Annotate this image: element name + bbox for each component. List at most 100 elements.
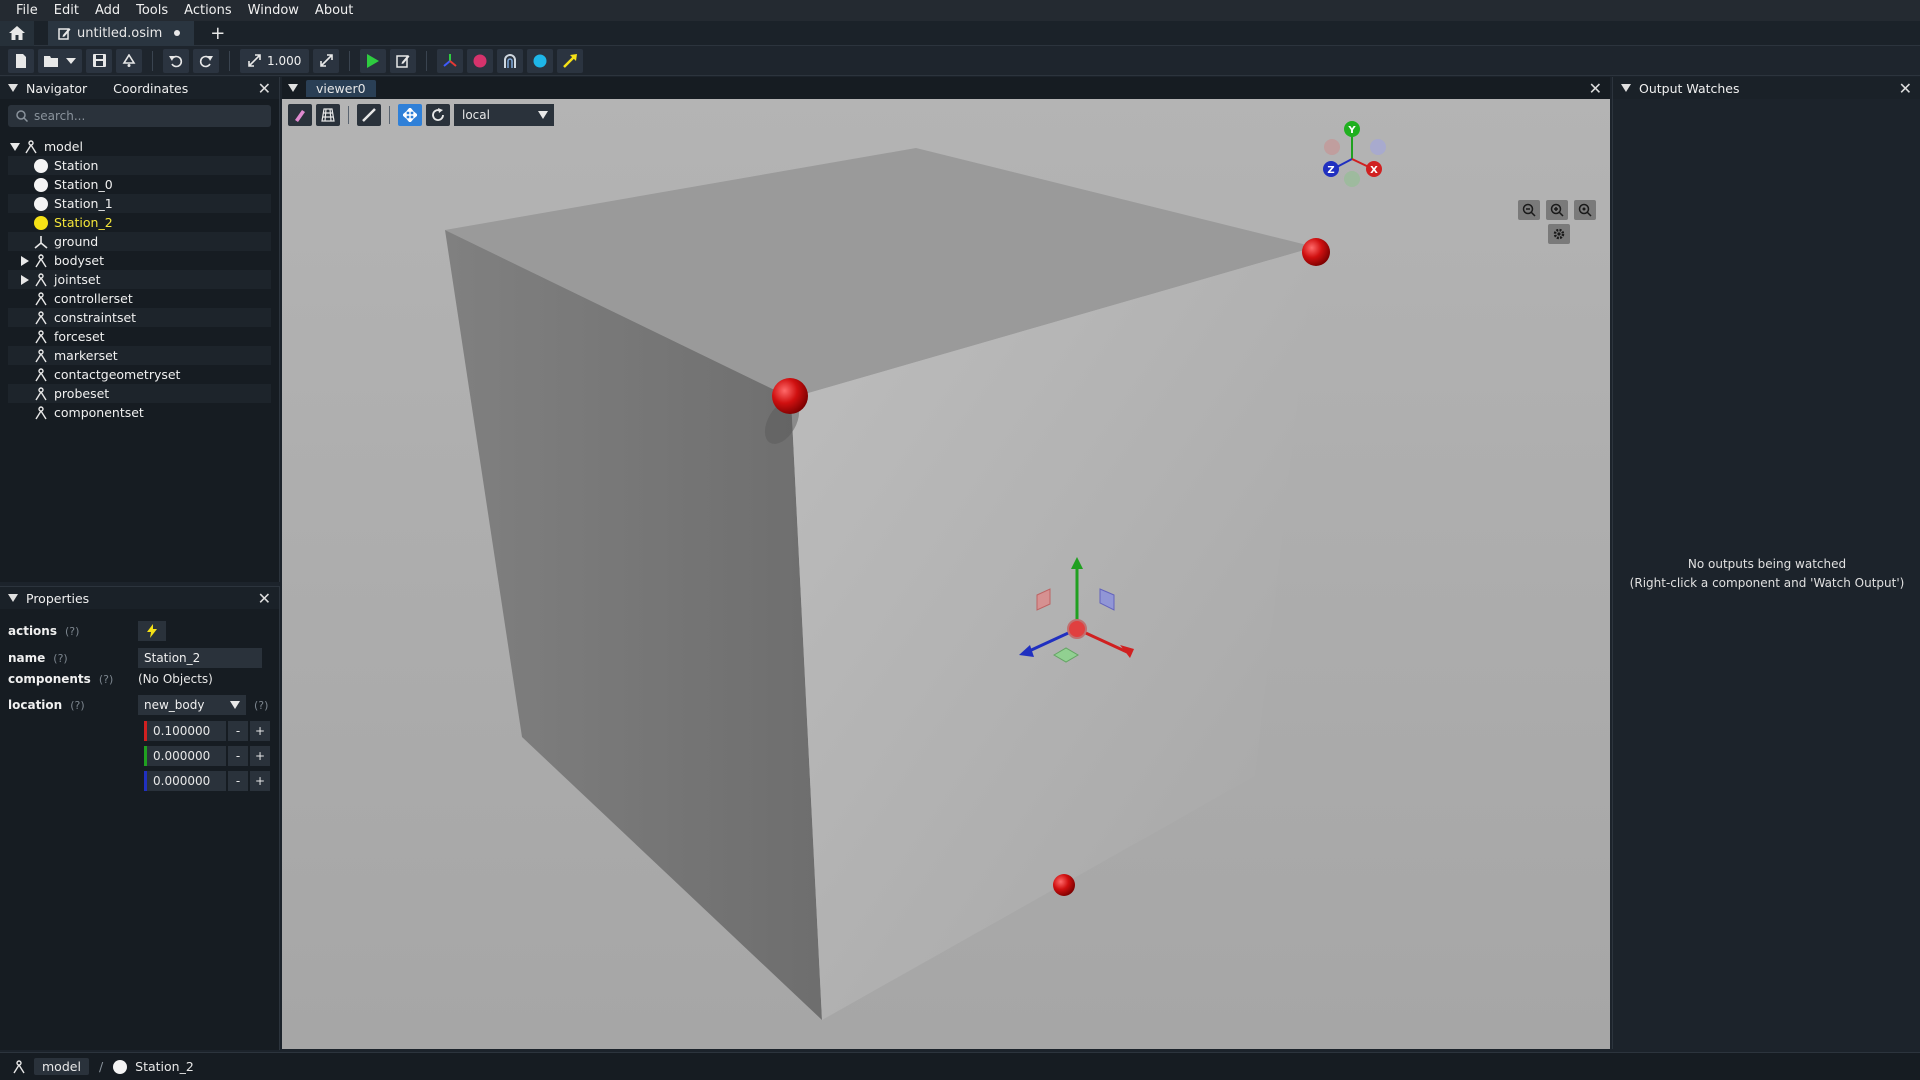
menu-about[interactable]: About — [307, 0, 361, 21]
menu-add[interactable]: Add — [87, 0, 128, 21]
viewer-header: viewer0 ✕ — [282, 77, 1610, 99]
search-input[interactable]: search... — [8, 105, 271, 127]
set-icon — [32, 253, 50, 268]
tree-item-probeset[interactable]: probeset — [8, 384, 271, 403]
tree-item-ground[interactable]: ground — [8, 232, 271, 251]
tree-item-label: Station_1 — [54, 196, 113, 211]
help-marker[interactable]: (?) — [53, 652, 67, 665]
actions-button[interactable] — [138, 621, 166, 641]
tab-untitled-osim[interactable]: untitled.osim — [48, 20, 195, 46]
zoom-out-button[interactable] — [1518, 200, 1540, 220]
scale-factor-control[interactable]: 1.000 — [240, 48, 310, 73]
station-marker[interactable] — [772, 378, 808, 414]
home-tab-button[interactable] — [0, 20, 34, 46]
expand-toggle[interactable] — [8, 142, 22, 151]
menu-actions[interactable]: Actions — [176, 0, 240, 21]
close-icon[interactable]: ✕ — [1899, 79, 1912, 98]
tree-item-bodyset[interactable]: bodyset — [8, 251, 271, 270]
expand-toggle[interactable] — [18, 274, 32, 285]
auto-focus-button[interactable] — [1574, 200, 1596, 220]
station-marker[interactable] — [1302, 238, 1330, 266]
component-tree: model Station Station_0 Station_1 Station_2… — [0, 137, 279, 422]
tree-item-markerset[interactable]: markerset — [8, 346, 271, 365]
breadcrumb-selected[interactable]: Station_2 — [135, 1059, 194, 1074]
expand-toggle[interactable] — [18, 255, 32, 266]
new-file-button[interactable] — [8, 48, 34, 73]
tree-item-jointset[interactable]: jointset — [8, 270, 271, 289]
undo-button[interactable] — [163, 48, 189, 73]
tree-item-station[interactable]: Station — [8, 156, 271, 175]
tree-item-label: bodyset — [54, 253, 105, 268]
location-z-input[interactable]: 0.000000 — [144, 771, 226, 791]
coordinate-frame-dropdown[interactable]: local — [454, 104, 554, 126]
increment-button[interactable]: + — [250, 746, 270, 766]
decrement-button[interactable]: - — [228, 746, 248, 766]
new-file-icon — [16, 53, 26, 68]
name-field[interactable]: Station_2 — [138, 648, 262, 668]
tree-item-station_0[interactable]: Station_0 — [8, 175, 271, 194]
toggle-contact-button[interactable] — [527, 48, 554, 73]
scene-render[interactable] — [282, 77, 1610, 1049]
save-button[interactable] — [86, 48, 112, 73]
toggle-markers-button[interactable] — [467, 48, 494, 73]
toggle-frames-button[interactable] — [437, 48, 464, 73]
tree-item-contactgeometryset[interactable]: contactgeometryset — [8, 365, 271, 384]
tree-item-componentset[interactable]: componentset — [8, 403, 271, 422]
tab-navigator[interactable]: Navigator — [26, 81, 87, 96]
tree-item-controllerset[interactable]: controllerset — [8, 289, 271, 308]
reload-button[interactable] — [116, 48, 142, 73]
station-marker[interactable] — [1053, 874, 1075, 896]
location-x-input[interactable]: 0.100000 — [144, 721, 226, 741]
toggle-wrap-button[interactable] — [497, 48, 524, 73]
location-frame-dropdown[interactable]: new_body — [138, 695, 246, 715]
rotate-mode-button[interactable] — [426, 104, 450, 126]
tree-item-forceset[interactable]: forceset — [8, 327, 271, 346]
decrement-button[interactable]: - — [228, 771, 248, 791]
tab-viewer0[interactable]: viewer0 — [306, 79, 376, 97]
help-marker[interactable]: (?) — [65, 625, 79, 638]
measure-tool-button[interactable] — [357, 104, 381, 126]
grid-options-button[interactable] — [316, 104, 340, 126]
open-file-button[interactable] — [38, 48, 82, 73]
tree-item-constraintset[interactable]: constraintset — [8, 308, 271, 327]
play-icon — [367, 53, 380, 68]
orientation-axes-widget[interactable]: Y Z X — [1312, 109, 1392, 189]
collapse-icon[interactable] — [8, 84, 18, 92]
help-marker[interactable]: (?) — [70, 699, 84, 712]
close-icon[interactable]: ✕ — [258, 79, 271, 98]
collapse-icon[interactable] — [1621, 84, 1631, 92]
edit-simulation-button[interactable] — [390, 48, 417, 73]
menu-edit[interactable]: Edit — [46, 0, 87, 21]
scene-visibility-button[interactable] — [288, 104, 312, 126]
location-y-input[interactable]: 0.000000 — [144, 746, 226, 766]
close-icon[interactable]: ✕ — [1589, 79, 1602, 98]
redo-button[interactable] — [193, 48, 219, 73]
decrement-button[interactable]: - — [228, 721, 248, 741]
help-marker[interactable]: (?) — [254, 699, 268, 712]
collapse-icon[interactable] — [8, 594, 18, 602]
help-marker[interactable]: (?) — [99, 673, 113, 686]
zoom-in-button[interactable] — [1546, 200, 1568, 220]
property-label: location — [8, 698, 63, 712]
add-tab-button[interactable]: + — [210, 23, 225, 44]
menu-window[interactable]: Window — [240, 0, 307, 21]
simulate-button[interactable] — [360, 48, 387, 73]
autoscale-button[interactable] — [313, 48, 340, 73]
folder-icon — [44, 55, 58, 67]
3d-viewport[interactable]: Y Z X — [282, 77, 1610, 1049]
breadcrumb-model[interactable]: model — [34, 1058, 89, 1075]
viewer-settings-button[interactable] — [1548, 224, 1570, 244]
collapse-icon[interactable] — [288, 84, 298, 92]
translate-mode-button[interactable] — [398, 104, 422, 126]
tree-item-station_2[interactable]: Station_2 — [8, 213, 271, 232]
tab-coordinates[interactable]: Coordinates — [113, 81, 188, 96]
menu-tools[interactable]: Tools — [128, 0, 176, 21]
toggle-forces-button[interactable] — [557, 48, 584, 73]
increment-button[interactable]: + — [250, 721, 270, 741]
camera-controls — [1518, 200, 1596, 220]
menu-file[interactable]: File — [8, 0, 46, 21]
increment-button[interactable]: + — [250, 771, 270, 791]
tree-item-model[interactable]: model — [8, 137, 271, 156]
tree-item-station_1[interactable]: Station_1 — [8, 194, 271, 213]
close-icon[interactable]: ✕ — [258, 589, 271, 608]
